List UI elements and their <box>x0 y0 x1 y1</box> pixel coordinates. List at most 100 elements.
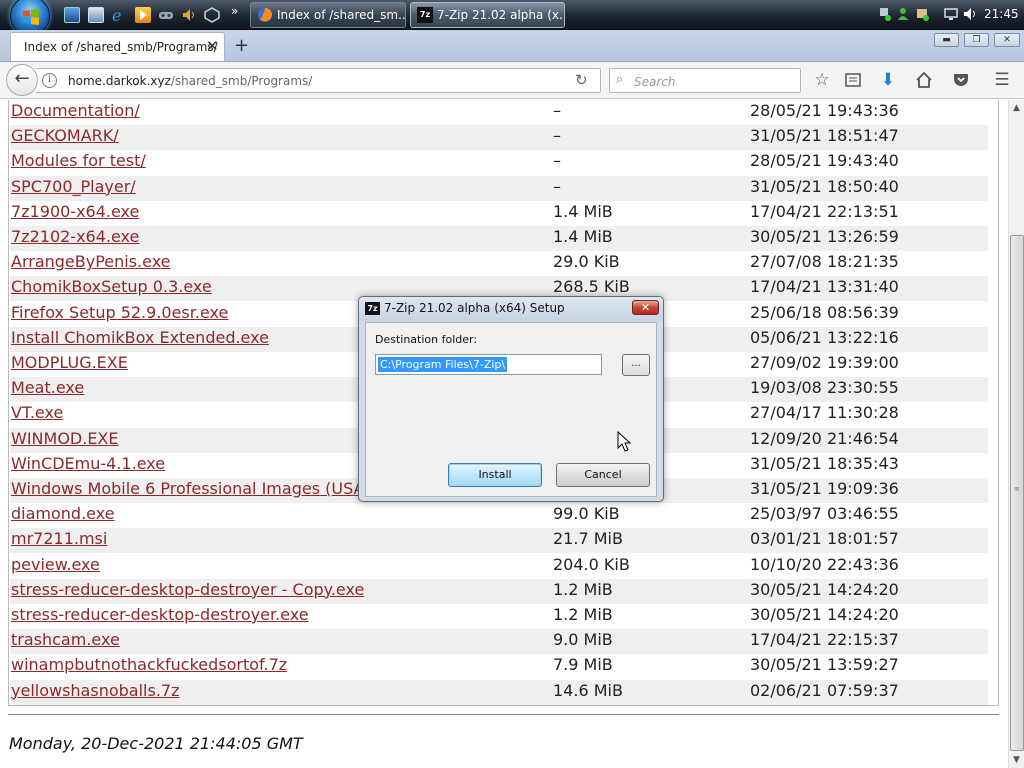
display-icon[interactable] <box>944 6 958 22</box>
navigation-toolbar: i home.darkok.xyz/shared_smb/Programs/ ↻… <box>0 62 1024 99</box>
file-link[interactable]: winampbutnothackfuckedsortof.7z <box>11 655 287 674</box>
file-link[interactable]: Modules for test/ <box>11 151 146 170</box>
file-link[interactable]: Documentation/ <box>11 101 140 120</box>
file-size: – <box>553 176 561 196</box>
virtualbox-icon[interactable] <box>204 7 220 23</box>
dialog-body: Destination folder: C:\Program Files\7-Z… <box>365 322 657 497</box>
file-link[interactable]: stress-reducer-desktop-destroyer.exe <box>11 605 309 624</box>
file-link[interactable]: WINMOD.EXE <box>11 429 119 448</box>
table-row: Modules for test/ – 28/05/21 19:43:40 <box>10 150 988 175</box>
file-link[interactable]: ArrangeByPenis.exe <box>11 252 171 271</box>
internet-explorer-icon[interactable]: e <box>111 6 127 25</box>
file-size: 29.0 KiB <box>553 252 620 272</box>
tab-index-of-programs[interactable]: Index of /shared_smb/Programs/ ✕ <box>10 32 225 61</box>
back-arrow-icon: ← <box>14 68 30 89</box>
reading-list-icon[interactable] <box>842 69 864 91</box>
dialog-title: 7-Zip 21.02 alpha (x64) Setup <box>384 301 565 315</box>
file-link[interactable]: WinCDEmu-4.1.exe <box>11 454 165 473</box>
dialog-titlebar[interactable]: 7z 7-Zip 21.02 alpha (x64) Setup ✕ <box>359 297 663 321</box>
search-input[interactable]: ⌕ Search <box>609 68 801 93</box>
volume-icon[interactable] <box>963 6 977 22</box>
scrollbar-thumb[interactable]: ≡ <box>1010 235 1024 751</box>
scroll-down-arrow-icon[interactable]: ▼ <box>1009 752 1024 768</box>
new-tab-icon[interactable]: + <box>234 35 249 56</box>
file-link[interactable]: GECKOMARK/ <box>11 126 119 145</box>
home-icon[interactable] <box>913 69 935 91</box>
update-status-icon[interactable] <box>916 6 930 22</box>
destination-folder-value: C:\Program Files\7-Zip\ <box>378 357 508 372</box>
file-size: 1.4 MiB <box>553 227 613 246</box>
setup-dialog: 7z 7-Zip 21.02 alpha (x64) Setup ✕ Desti… <box>358 296 664 502</box>
user-status-icon[interactable] <box>896 6 910 22</box>
file-link[interactable]: Firefox Setup 52.9.0esr.exe <box>11 303 228 322</box>
hamburger-menu-icon[interactable]: ☰ <box>991 69 1013 91</box>
7zip-icon: 7z <box>365 302 380 315</box>
network-status-icon[interactable] <box>878 6 892 22</box>
scrollbar-grip-icon: ≡ <box>1014 485 1020 493</box>
vertical-scrollbar[interactable]: ▲ ≡ ▼ <box>1008 100 1024 768</box>
quick-launch-overflow-icon[interactable]: » <box>231 4 238 18</box>
file-link[interactable]: MODPLUG.EXE <box>11 353 128 372</box>
file-modified-date: 12/09/20 21:46:54 <box>750 428 899 448</box>
file-modified-date: 31/05/21 18:50:40 <box>750 176 899 196</box>
bookmark-star-icon[interactable]: ☆ <box>811 69 833 91</box>
minimize-window-button[interactable]: ▬ <box>934 33 959 47</box>
file-link[interactable]: diamond.exe <box>11 504 115 523</box>
footer-date: Monday, 20-Dec-2021 21:44:05 GMT <box>9 734 303 753</box>
file-modified-date: 27/09/02 19:39:00 <box>750 353 899 372</box>
install-button[interactable]: Install <box>448 463 542 487</box>
file-link[interactable]: yellowshasnoballs.7z <box>11 681 179 700</box>
restore-window-button[interactable]: ❐ <box>964 33 989 47</box>
file-link[interactable]: Windows Mobile 6 Professional Images (US… <box>11 479 364 498</box>
window-switcher-icon[interactable] <box>88 7 104 23</box>
file-link[interactable]: 7z2102-x64.exe <box>11 227 139 246</box>
scroll-up-arrow-icon[interactable]: ▲ <box>1009 100 1024 116</box>
file-modified-date: 17/04/21 22:13:51 <box>750 201 899 221</box>
reload-icon[interactable]: ↻ <box>575 71 588 89</box>
url-bar[interactable]: i home.darkok.xyz/shared_smb/Programs/ ↻ <box>36 68 601 93</box>
table-row: Documentation/ – 28/05/21 19:43:36 <box>10 100 988 125</box>
tab-close-icon[interactable]: ✕ <box>206 37 219 55</box>
back-button[interactable]: ← <box>6 64 38 96</box>
file-modified-date: 30/05/21 13:26:59 <box>750 227 899 246</box>
file-link[interactable]: ChomikBoxSetup 0.3.exe <box>11 277 212 296</box>
volume-mixer-icon[interactable] <box>181 7 197 23</box>
file-modified-date: 28/05/21 19:43:36 <box>750 101 899 120</box>
table-row: mr7211.msi 21.7 MiB 03/01/21 18:01:57 <box>10 528 988 554</box>
browse-button[interactable]: ... <box>622 354 650 376</box>
close-window-button[interactable]: ✕ <box>994 33 1020 47</box>
gamepad-icon[interactable] <box>158 7 174 23</box>
media-player-icon[interactable] <box>135 7 151 23</box>
file-link[interactable]: Install ChomikBox Extended.exe <box>11 328 269 347</box>
file-link[interactable]: peview.exe <box>11 555 100 574</box>
file-size: 1.2 MiB <box>553 579 613 599</box>
url-text[interactable]: home.darkok.xyz/shared_smb/Programs/ <box>68 74 312 88</box>
file-size: 1.4 MiB <box>553 201 613 221</box>
taskbar-clock[interactable]: 21:45 <box>984 7 1019 21</box>
taskbar-item-firefox[interactable]: Index of /shared_sm... <box>250 2 406 28</box>
file-modified-date: 19/03/08 23:30:55 <box>750 378 899 398</box>
site-info-icon[interactable]: i <box>42 73 57 88</box>
file-size: 204.0 KiB <box>553 554 630 574</box>
file-link[interactable]: Meat.exe <box>11 378 84 397</box>
table-row: SPC700_Player/ – 31/05/21 18:50:40 <box>10 175 988 201</box>
dialog-close-button[interactable]: ✕ <box>632 300 659 315</box>
file-size: 14.6 MiB <box>553 680 623 700</box>
file-link[interactable]: SPC700_Player/ <box>11 177 136 196</box>
destination-folder-input[interactable]: C:\Program Files\7-Zip\ <box>375 354 602 375</box>
download-arrow-icon[interactable]: ⬇ <box>877 69 899 91</box>
file-link[interactable]: trashcam.exe <box>11 630 120 649</box>
mouse-cursor-icon <box>617 431 631 452</box>
url-path: /shared_smb/Programs/ <box>170 74 313 88</box>
table-row: peview.exe 204.0 KiB 10/10/20 22:43:36 <box>10 554 988 579</box>
file-link[interactable]: VT.exe <box>11 403 63 422</box>
file-link[interactable]: stress-reducer-desktop-destroyer - Copy.… <box>11 580 364 599</box>
pocket-icon[interactable] <box>950 69 972 91</box>
taskbar-item-7zip[interactable]: 7z 7-Zip 21.02 alpha (x... <box>410 2 565 28</box>
file-link[interactable]: mr7211.msi <box>11 529 107 548</box>
table-row: GECKOMARK/ – 31/05/21 18:51:47 <box>10 125 988 151</box>
cancel-button[interactable]: Cancel <box>556 463 650 487</box>
table-row: stress-reducer-desktop-destroyer.exe 1.2 … <box>10 604 988 629</box>
show-desktop-icon[interactable] <box>64 7 80 23</box>
file-link[interactable]: 7z1900-x64.exe <box>11 202 139 221</box>
